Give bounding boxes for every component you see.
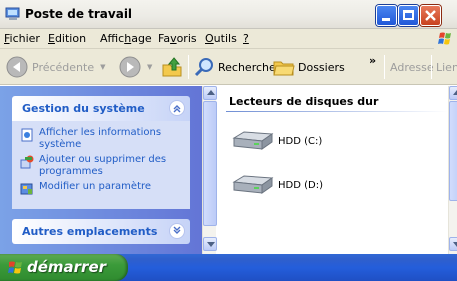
hard-drive-icon (232, 175, 274, 194)
task-view-system-info[interactable]: Afficher les informations système (20, 127, 184, 151)
close-icon (425, 10, 436, 21)
scroll-down-icon (207, 242, 215, 247)
scroll-down-icon (453, 242, 457, 247)
back-arrow-icon (6, 56, 28, 78)
menu-accelerator: ? (243, 32, 249, 45)
drive-label: HDD (D:) (278, 179, 323, 191)
other-places-title: Autres emplacements (22, 225, 158, 238)
folders-icon (273, 61, 295, 76)
address-label[interactable]: Adresse (390, 49, 434, 85)
toolbar: Précédente ▼ ▼ Rechercher Dossiers » Adr… (0, 49, 457, 85)
system-tasks-header[interactable]: Gestion du système (12, 96, 190, 121)
collapse-chevron-icon[interactable] (169, 100, 185, 116)
add-remove-programs-icon (20, 155, 34, 169)
scroll-thumb[interactable] (449, 101, 457, 201)
menu-text: Fa (158, 32, 171, 45)
content-pane: Lecteurs de disques dur HDD (C:) HDD (D:… (218, 86, 448, 254)
search-label: Rechercher (218, 60, 281, 74)
content-scrollbar[interactable] (448, 86, 457, 254)
drive-label: HDD (C:) (278, 135, 323, 147)
scroll-up-button[interactable] (449, 86, 457, 100)
minimize-button[interactable] (376, 5, 397, 26)
close-button[interactable] (420, 5, 441, 26)
menu-help[interactable]: ? (243, 32, 249, 45)
system-info-icon (21, 128, 33, 142)
task-change-setting[interactable]: Modifier un paramètre (20, 181, 184, 196)
windows-flag-icon (8, 261, 22, 274)
maximize-icon (403, 10, 414, 20)
scroll-down-button[interactable] (449, 237, 457, 251)
back-label: Précédente (32, 60, 95, 74)
menu-edition[interactable]: Edition (48, 32, 86, 45)
forward-button[interactable]: ▼ (118, 49, 152, 85)
control-panel-icon (20, 183, 33, 195)
maximize-button[interactable] (398, 5, 419, 26)
minimize-icon (382, 18, 390, 21)
forward-arrow-icon (119, 56, 141, 78)
hard-drives-section-title: Lecteurs de disques dur (229, 95, 379, 108)
menu-text: ichier (9, 32, 40, 45)
window-title: Poste de travail (25, 7, 133, 21)
task-label: Afficher les informations système (39, 127, 162, 150)
menu-accelerator: E (48, 32, 55, 45)
menu-text: oris (176, 32, 197, 45)
scroll-thumb[interactable] (203, 101, 217, 226)
other-places-header[interactable]: Autres emplacements (12, 219, 190, 244)
up-folder-icon (162, 57, 182, 77)
toolbar-separator (431, 55, 432, 79)
toolbar-separator (384, 55, 385, 79)
menu-text: dition (54, 32, 87, 45)
folders-button[interactable]: Dossiers (273, 49, 345, 85)
windows-flag-icon (438, 32, 451, 45)
menu-text: age (131, 32, 152, 45)
back-button[interactable]: Précédente ▼ (5, 49, 106, 85)
forward-dropdown-icon[interactable]: ▼ (147, 63, 152, 71)
search-icon (194, 58, 213, 77)
section-divider (226, 111, 448, 112)
menu-text: Affic (100, 32, 125, 45)
menu-affichage[interactable]: Affichage (100, 32, 152, 45)
menu-accelerator: O (205, 32, 214, 45)
search-button[interactable]: Rechercher (193, 49, 280, 85)
task-label: Modifier un paramètre (39, 181, 152, 192)
up-folder-button[interactable] (161, 49, 183, 85)
menu-outils[interactable]: Outils (205, 32, 237, 45)
drive-d[interactable]: HDD (D:) (230, 172, 323, 198)
hard-drive-icon (232, 131, 274, 150)
system-tasks-body: Afficher les informations système Ajoute… (12, 121, 190, 209)
task-add-remove-programs[interactable]: Ajouter ou supprimer des programmes (20, 154, 184, 178)
start-label: démarrer (27, 258, 107, 276)
menu-bar: Fichier Edition Affichage Favoris Outils… (0, 29, 457, 49)
taskbar: démarrer (0, 254, 457, 281)
task-label: Ajouter ou supprimer des programmes (39, 154, 167, 177)
windows-logo-throbber (434, 29, 457, 49)
scroll-up-icon (207, 90, 215, 95)
system-tasks-title: Gestion du système (22, 102, 145, 115)
menu-fichier[interactable]: Fichier (4, 32, 40, 45)
title-bar[interactable]: Poste de travail (0, 0, 457, 29)
links-label[interactable]: Liens (436, 49, 457, 85)
my-computer-icon (5, 7, 20, 20)
task-pane: Gestion du système Afficher les informat… (0, 86, 202, 254)
menu-favoris[interactable]: Favoris (158, 32, 197, 45)
menu-text: utils (213, 32, 237, 45)
scroll-up-button[interactable] (203, 86, 217, 100)
toolbar-overflow-chevron[interactable]: » (369, 49, 376, 71)
start-button[interactable]: démarrer (0, 254, 128, 281)
toolbar-separator (188, 55, 189, 79)
task-pane-scrollbar[interactable] (202, 86, 217, 254)
expand-chevron-icon[interactable] (169, 223, 185, 239)
scroll-down-button[interactable] (203, 237, 217, 251)
scroll-up-icon (453, 90, 457, 95)
folders-label: Dossiers (298, 60, 345, 74)
back-dropdown-icon[interactable]: ▼ (100, 63, 105, 71)
drive-c[interactable]: HDD (C:) (230, 128, 322, 154)
